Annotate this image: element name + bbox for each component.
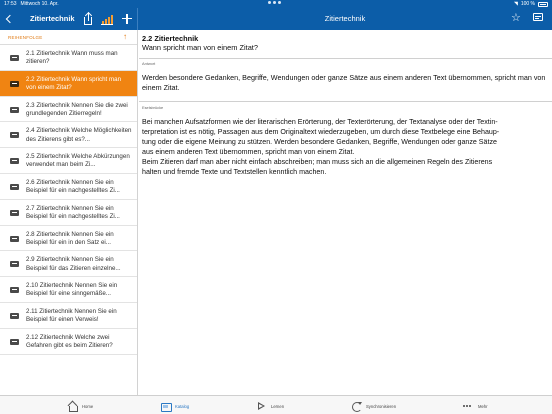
sort-label: REIHENFOLGE (8, 35, 43, 40)
list-item[interactable]: 2.7 Zitiertechnik Nennen Sie ein Beispie… (0, 200, 137, 226)
list-item[interactable]: 2.9 Zitiertechnik Nennen Sie ein Beispie… (0, 251, 137, 278)
answer-text: Werden besondere Gedanken, Begriffe, Wen… (142, 73, 546, 93)
list-item-label: 2.2 Zitiertechnik Wann spricht man von e… (26, 75, 122, 91)
flashcard-icon (10, 235, 19, 242)
back-chevron-icon[interactable] (4, 12, 14, 26)
home-icon (67, 401, 78, 412)
example-label: Eselsbrücke (142, 105, 164, 110)
list-item[interactable]: 2.2 Zitiertechnik Wann spricht man von e… (0, 70, 137, 97)
divider (139, 101, 552, 102)
list-item-label: 2.11 Zitiertechnik Nennen Sie ein Beispi… (26, 307, 117, 324)
page-title: Zitiertechnik (324, 14, 366, 23)
list-item-label: 2.8 Zitiertechnik Nennen Sie ein Beispie… (26, 230, 114, 246)
tab-katalog-label: Katalog (175, 403, 190, 409)
plus-icon[interactable] (121, 12, 133, 26)
card-list: 2.1 Zitiertechnik Wann muss man zitieren… (0, 45, 137, 355)
list-item[interactable]: 2.8 Zitiertechnik Nennen Sie ein Beispie… (0, 226, 137, 252)
tab-katalog[interactable]: Katalog (160, 399, 189, 413)
multitasking-dots-icon (268, 1, 281, 4)
sidebar-nav: Zitiertechnik (0, 8, 138, 30)
example-line: aus einem anderen Text übernommen, spric… (142, 148, 355, 157)
status-time: 17:53 (4, 1, 17, 7)
tab-synchronisieren[interactable]: Synchronisieren (351, 399, 396, 413)
navigation-bar: Zitiertechnik Zitiertechnik ☆ (0, 8, 552, 30)
flashcard-icon (10, 132, 19, 139)
example-line: Beim Zitieren darf man aber nicht einfac… (142, 158, 493, 167)
example-text: Bei manchen Aufsatzformen wie der litera… (142, 117, 550, 178)
tab-lernen-label: Lernen (271, 403, 285, 409)
flashcard-icon (10, 312, 19, 319)
flashcard-icon (10, 55, 19, 61)
flashcard-icon (10, 106, 19, 113)
list-item-label: 2.9 Zitiertechnik Nennen Sie ein Beispie… (26, 256, 121, 272)
answer-label: Antwort (142, 61, 156, 66)
example-line: halten und fremde Texte und Textstellen … (142, 168, 327, 177)
list-item[interactable]: 2.1 Zitiertechnik Wann muss man zitieren… (0, 45, 137, 71)
list-item[interactable]: 2.3 Zitiertechnik Nennen Sie die zwei gr… (0, 97, 137, 123)
example-line: Bei manchen Aufsatzformen wie der litera… (142, 118, 498, 126)
battery-icon (538, 1, 548, 7)
share-icon[interactable] (82, 12, 94, 26)
flashcard-icon (10, 183, 19, 190)
list-item-label: 2.1 Zitiertechnik Wann muss man zitieren… (26, 50, 118, 66)
tab-mehr-label: Mehr (478, 403, 488, 409)
flashcard-icon (10, 80, 19, 87)
sync-icon (351, 401, 362, 412)
list-item-label: 2.6 Zitiertechnik Nennen Sie ein Beispie… (26, 178, 120, 195)
card-detail: 2.2 Zitiertechnik Wann spricht man von e… (139, 30, 552, 395)
divider (139, 58, 552, 59)
more-dots-icon (463, 401, 474, 412)
play-icon (256, 401, 267, 412)
card-list-sidebar: REIHENFOLGE ↑ 2.1 Zitiertechnik Wann mus… (0, 30, 138, 395)
flashcard-icon (10, 287, 19, 294)
flashcard-icon (10, 261, 19, 268)
flashcard-icon (10, 338, 19, 345)
tab-lernen[interactable]: Lernen (256, 399, 284, 413)
list-item[interactable]: 2.6 Zitiertechnik Nennen Sie ein Beispie… (0, 174, 137, 200)
edit-card-icon[interactable] (533, 13, 544, 23)
status-bar: 17:53 Mittwoch 10. Apr. ◥ 100 % (0, 0, 552, 8)
flashcard-icon (10, 158, 19, 165)
example-line: terpretation ist es nötig, Passagen aus … (142, 128, 500, 137)
list-item-label: 2.10 Zitiertechnik Nennen Sie ein Beispi… (26, 282, 118, 298)
list-item[interactable]: 2.4 Zitiertechnik Welche Möglichkeiten d… (0, 122, 137, 149)
sidebar-title: Zitiertechnik (30, 14, 75, 23)
tab-home[interactable]: Home (67, 399, 93, 413)
status-date: Mittwoch 10. Apr. (20, 1, 59, 7)
list-item-label: 2.3 Zitiertechnik Nennen Sie die zwei gr… (26, 101, 128, 117)
up-arrow-icon[interactable]: ↑ (123, 32, 127, 41)
list-item-label: 2.7 Zitiertechnik Nennen Sie ein Beispie… (26, 204, 120, 220)
bar-chart-icon[interactable] (101, 12, 113, 26)
tab-synchronisieren-label: Synchronisieren (366, 403, 397, 409)
flashcard-icon (10, 209, 19, 216)
list-item[interactable]: 2.11 Zitiertechnik Nennen Sie ein Beispi… (0, 303, 137, 329)
star-icon[interactable]: ☆ (511, 11, 521, 25)
sort-header[interactable]: REIHENFOLGE ↑ (0, 30, 137, 45)
battery-label: 100 % (520, 1, 535, 7)
question-title: 2.2 Zitiertechnik (142, 34, 199, 43)
list-item-label: 2.12 Zitiertechnik Welche zwei Gefahren … (26, 333, 113, 349)
list-item[interactable]: 2.12 Zitiertechnik Welche zwei Gefahren … (0, 329, 137, 355)
list-item-label: 2.5 Zitiertechnik Welche Abkürzungen ver… (26, 153, 130, 169)
tab-mehr[interactable]: Mehr (463, 399, 488, 413)
tab-home-label: Home (82, 403, 94, 409)
example-line: tung oder die eigene Meinung zu stützen.… (142, 138, 497, 147)
wifi-icon: ◥ (513, 1, 518, 7)
tab-bar: Home Katalog Lernen Synchronisieren Mehr (0, 395, 552, 414)
list-item[interactable]: 2.5 Zitiertechnik Welche Abkürzungen ver… (0, 148, 137, 174)
list-item-label: 2.4 Zitiertechnik Welche Möglichkeiten d… (26, 127, 132, 143)
list-item[interactable]: 2.10 Zitiertechnik Nennen Sie ein Beispi… (0, 277, 137, 303)
catalog-icon (160, 401, 172, 412)
question-text: Wann spricht man von einem Zitat? (142, 43, 258, 52)
